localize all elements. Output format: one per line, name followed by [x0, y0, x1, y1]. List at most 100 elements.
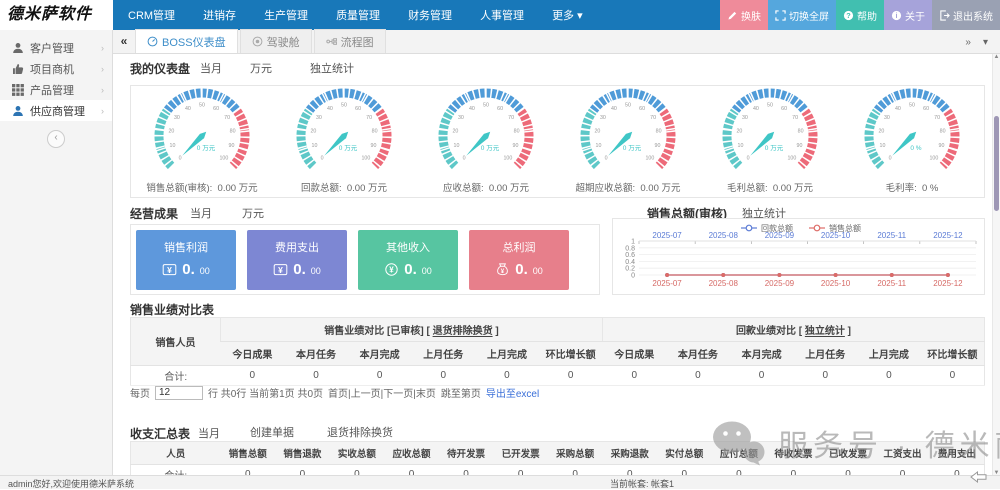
gauge-chart: 01020304050607080901000 万元 [424, 86, 548, 182]
col-header: 应付总额 [712, 442, 767, 465]
gauge: 01020304050607080901000 万元毛利总额: 0.00 万元 [699, 86, 841, 197]
metric-card-title: 总利润 [469, 239, 569, 255]
sidebar-collapse-button[interactable]: ‹ [47, 130, 65, 148]
scroll-up-icon[interactable]: ▲ [993, 54, 1000, 60]
col-header: 本月完成 [730, 342, 794, 366]
nav-menu-item[interactable]: 质量管理 [336, 7, 380, 23]
svg-text:20: 20 [168, 129, 174, 135]
gauge-label: 毛利总额: 0.00 万元 [699, 180, 841, 194]
pagination-nav-links[interactable]: 首页|上一页|下一页|末页 [328, 385, 436, 400]
main-menu: CRM管理 进销存 生产管理 质量管理 财务管理 人事管理 更多 ▾ [113, 0, 583, 30]
metric-card-title: 费用支出 [247, 239, 347, 255]
back-arrow-button[interactable] [970, 470, 987, 488]
pagination-bar: 每页 行 共0行 当前第1页 共0页 首页|上一页|下一页|末页 跳至第页 导出… [130, 385, 539, 400]
svg-text:30: 30 [458, 115, 464, 121]
sidebar-item[interactable]: 客户管理› [0, 37, 112, 58]
tabs-scroll-right-icon[interactable]: » [965, 37, 971, 48]
sidebar-item-label: 供应商管理 [30, 103, 85, 119]
svg-text:2025-09: 2025-09 [765, 279, 795, 288]
app: 德米萨软件 CRM管理进销存生产管理质量管理财务管理人事管理更多 ▾ 换肤切换全… [0, 0, 1000, 489]
metric-card-value: 0. [182, 261, 195, 278]
scrollbar-thumb[interactable] [994, 116, 999, 211]
help-button[interactable]: ?帮助 [836, 0, 884, 30]
action-button-label: 帮助 [857, 8, 877, 23]
col-header: 费用支出 [930, 442, 985, 465]
results-section-title: 经营成果 [130, 205, 178, 222]
tab[interactable]: 驾驶舱 [240, 29, 312, 53]
nav-menu-item[interactable]: 进销存 [203, 7, 236, 23]
svg-text:2025-07: 2025-07 [652, 279, 682, 288]
summary-table-title: 收支汇总表 [130, 425, 190, 442]
svg-text:0: 0 [889, 155, 892, 161]
col-header: 采购退款 [602, 442, 657, 465]
svg-text:10: 10 [596, 143, 602, 149]
action-button-label: 关于 [905, 8, 925, 23]
svg-text:60: 60 [639, 106, 645, 112]
results-filter-month[interactable]: 当月 [190, 205, 212, 221]
tab[interactable]: BOSS仪表盘 [135, 29, 238, 53]
sidebar-item[interactable]: 供应商管理› [0, 100, 112, 121]
table-cell: 0 [221, 366, 285, 386]
gauge-chart: 01020304050607080901000 万元 [708, 86, 832, 182]
svg-text:100: 100 [929, 155, 938, 161]
page-size-input[interactable] [155, 386, 203, 400]
export-excel-link[interactable]: 导出至excel [486, 385, 539, 400]
action-button-label: 退出系统 [953, 8, 993, 23]
nav-menu-item[interactable]: 人事管理 [480, 7, 524, 23]
svg-text:30: 30 [600, 115, 606, 121]
gauge: 01020304050607080901000 万元应收总额: 0.00 万元 [415, 86, 557, 197]
results-filter-unit[interactable]: 万元 [242, 205, 264, 221]
tabs-dropdown-icon[interactable]: ▾ [983, 37, 988, 48]
gauge-label: 回款总额: 0.00 万元 [273, 180, 415, 194]
col-header: 环比增长额 [921, 342, 985, 366]
svg-text:10: 10 [170, 143, 176, 149]
tabs-right-controls: » ▾ [965, 30, 988, 54]
welcome-text: admin您好,欢迎使用德米萨系统 [8, 477, 134, 490]
nav-menu-item[interactable]: 生产管理 [264, 7, 308, 23]
back-arrow-icon [970, 471, 987, 483]
about-button[interactable]: i 关于 [884, 0, 932, 30]
table-cell: 0 [666, 366, 730, 386]
svg-text:50: 50 [625, 102, 631, 108]
gauge-label: 销售总额(审核): 0.00 万元 [131, 180, 273, 194]
svg-text:100: 100 [645, 155, 654, 161]
gauge-filter-unit[interactable]: 万元 [250, 60, 272, 76]
sidebar-item[interactable]: 产品管理› [0, 79, 112, 100]
svg-text:10: 10 [738, 143, 744, 149]
svg-text:0 万元: 0 万元 [481, 144, 500, 152]
gauge-filter-stat[interactable]: 独立统计 [310, 60, 354, 76]
summary-filter-month[interactable]: 当月 [198, 425, 220, 441]
svg-text:40: 40 [753, 106, 759, 112]
tab[interactable]: 流程图 [314, 29, 386, 53]
nav-menu-item[interactable]: CRM管理 [128, 7, 175, 23]
svg-text:¥: ¥ [167, 265, 172, 275]
metric-card: 销售利润¥0.00 [136, 230, 236, 290]
svg-text:40: 40 [185, 106, 191, 112]
logout-icon [939, 10, 950, 21]
svg-text:70: 70 [650, 115, 656, 121]
logout-button[interactable]: 退出系统 [932, 0, 1000, 30]
svg-text:i: i [895, 10, 897, 19]
table-cell: 0 [857, 366, 921, 386]
svg-text:50: 50 [341, 102, 347, 108]
col-header: 实收总额 [330, 442, 385, 465]
group-filter-link[interactable]: 退货排除换货 [433, 326, 493, 337]
pagination-jump[interactable]: 跳至第页 [441, 385, 481, 400]
tabs-scroll-left-icon[interactable]: « [113, 30, 135, 53]
info-icon: i [891, 10, 902, 21]
tab-label: 驾驶舱 [267, 34, 300, 50]
nav-menu-item[interactable]: 更多 ▾ [552, 7, 583, 23]
metric-card-decimals: 00 [533, 266, 543, 276]
fullscreen-button[interactable]: 切换全屏 [768, 0, 836, 30]
nav-menu-item[interactable]: 财务管理 [408, 7, 452, 23]
col-header: 上月任务 [411, 342, 475, 366]
sidebar-item[interactable]: 项目商机› [0, 58, 112, 79]
svg-text:100: 100 [361, 155, 370, 161]
boss-dashboard-icon [147, 36, 158, 47]
theme-button[interactable]: 换肤 [720, 0, 768, 30]
svg-text:90: 90 [229, 143, 235, 149]
gauge-filter-month[interactable]: 当月 [200, 60, 222, 76]
col-header: 本月任务 [284, 342, 348, 366]
group-filter-link[interactable]: 独立统计 [805, 326, 845, 337]
yuan-cycle-icon: ¥ [384, 262, 399, 277]
